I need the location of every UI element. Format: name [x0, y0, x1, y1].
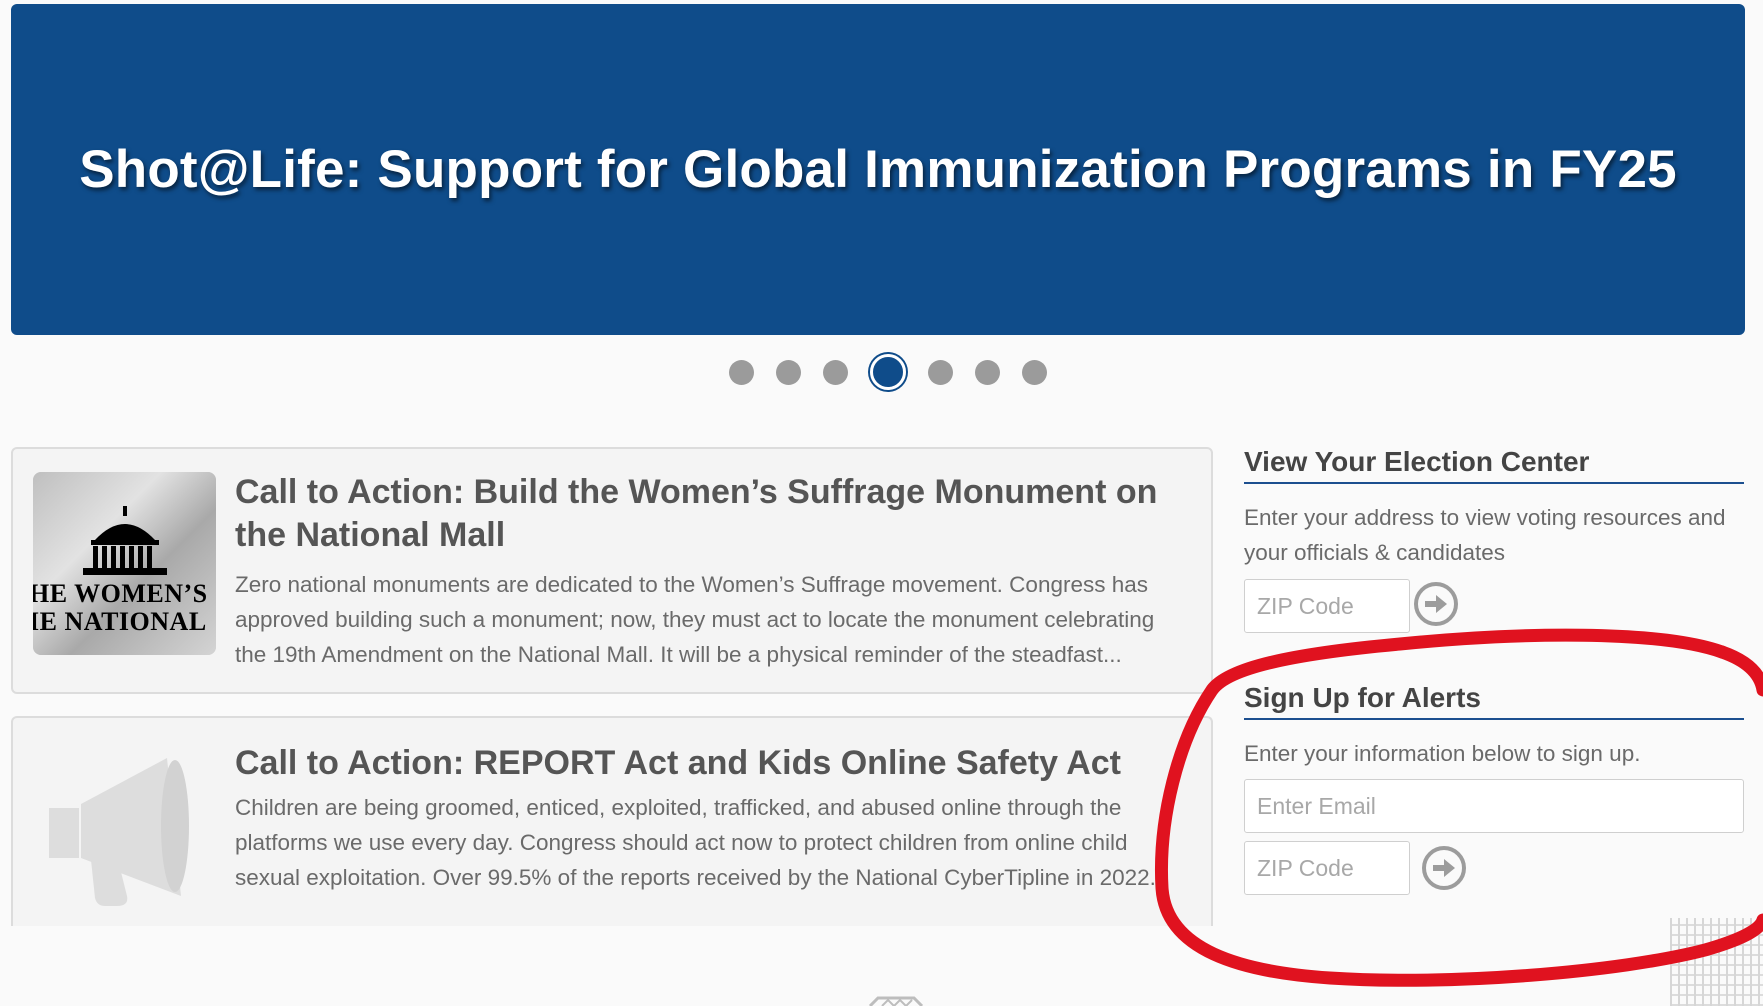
election-go-button[interactable] [1414, 582, 1458, 626]
carousel-dot-4-active[interactable] [869, 354, 906, 390]
alerts-zip-input[interactable] [1244, 841, 1410, 895]
capitol-dome-icon [83, 506, 167, 575]
election-center-widget: View Your Election Center Enter your add… [1244, 446, 1744, 570]
election-center-description: Enter your address to view voting resour… [1244, 505, 1726, 565]
carousel-pagination [0, 352, 1763, 392]
megaphone-icon [49, 758, 189, 906]
action-title[interactable]: Call to Action: REPORT Act and Kids Onli… [235, 742, 1191, 785]
arrow-right-circle-icon [1433, 859, 1455, 877]
action-thumbnail[interactable]: HE WOMEN’S IE NATIONAL [33, 472, 216, 655]
carousel-dot-1[interactable] [728, 359, 754, 385]
carousel-dot-3[interactable] [822, 359, 848, 385]
hero-banner[interactable]: Shot@Life: Support for Global Immunizati… [11, 4, 1745, 335]
action-card-report-act[interactable]: Call to Action: REPORT Act and Kids Onli… [11, 716, 1213, 926]
background-grid-decoration [1670, 918, 1763, 1006]
carousel-dot-5[interactable] [927, 359, 953, 385]
alerts-title: Sign Up for Alerts [1244, 682, 1744, 720]
action-title[interactable]: Call to Action: Build the Women’s Suffra… [235, 471, 1191, 557]
arrow-right-circle-icon [1425, 595, 1447, 613]
action-description: Zero national monuments are dedicated to… [235, 572, 1155, 667]
alerts-email-input[interactable] [1244, 779, 1744, 833]
alerts-submit-button[interactable] [1422, 846, 1466, 890]
election-center-title: View Your Election Center [1244, 446, 1744, 484]
thumbnail-logo-text-2: IE NATIONAL [33, 607, 207, 636]
thumbnail-logo-text-1: HE WOMEN’S [33, 579, 208, 608]
partial-icon [868, 996, 924, 1006]
action-description: Children are being groomed, enticed, exp… [235, 795, 1169, 890]
alerts-signup-widget: Sign Up for Alerts Enter your informatio… [1244, 682, 1744, 771]
hero-title: Shot@Life: Support for Global Immunizati… [79, 140, 1677, 199]
alerts-description: Enter your information below to sign up. [1244, 741, 1641, 766]
carousel-dot-2[interactable] [775, 359, 801, 385]
carousel-dot-7[interactable] [1021, 359, 1047, 385]
election-zip-input[interactable] [1244, 579, 1410, 633]
action-card-suffrage-monument[interactable]: HE WOMEN’S IE NATIONAL Call to Action: B… [11, 447, 1213, 694]
carousel-dot-6[interactable] [974, 359, 1000, 385]
